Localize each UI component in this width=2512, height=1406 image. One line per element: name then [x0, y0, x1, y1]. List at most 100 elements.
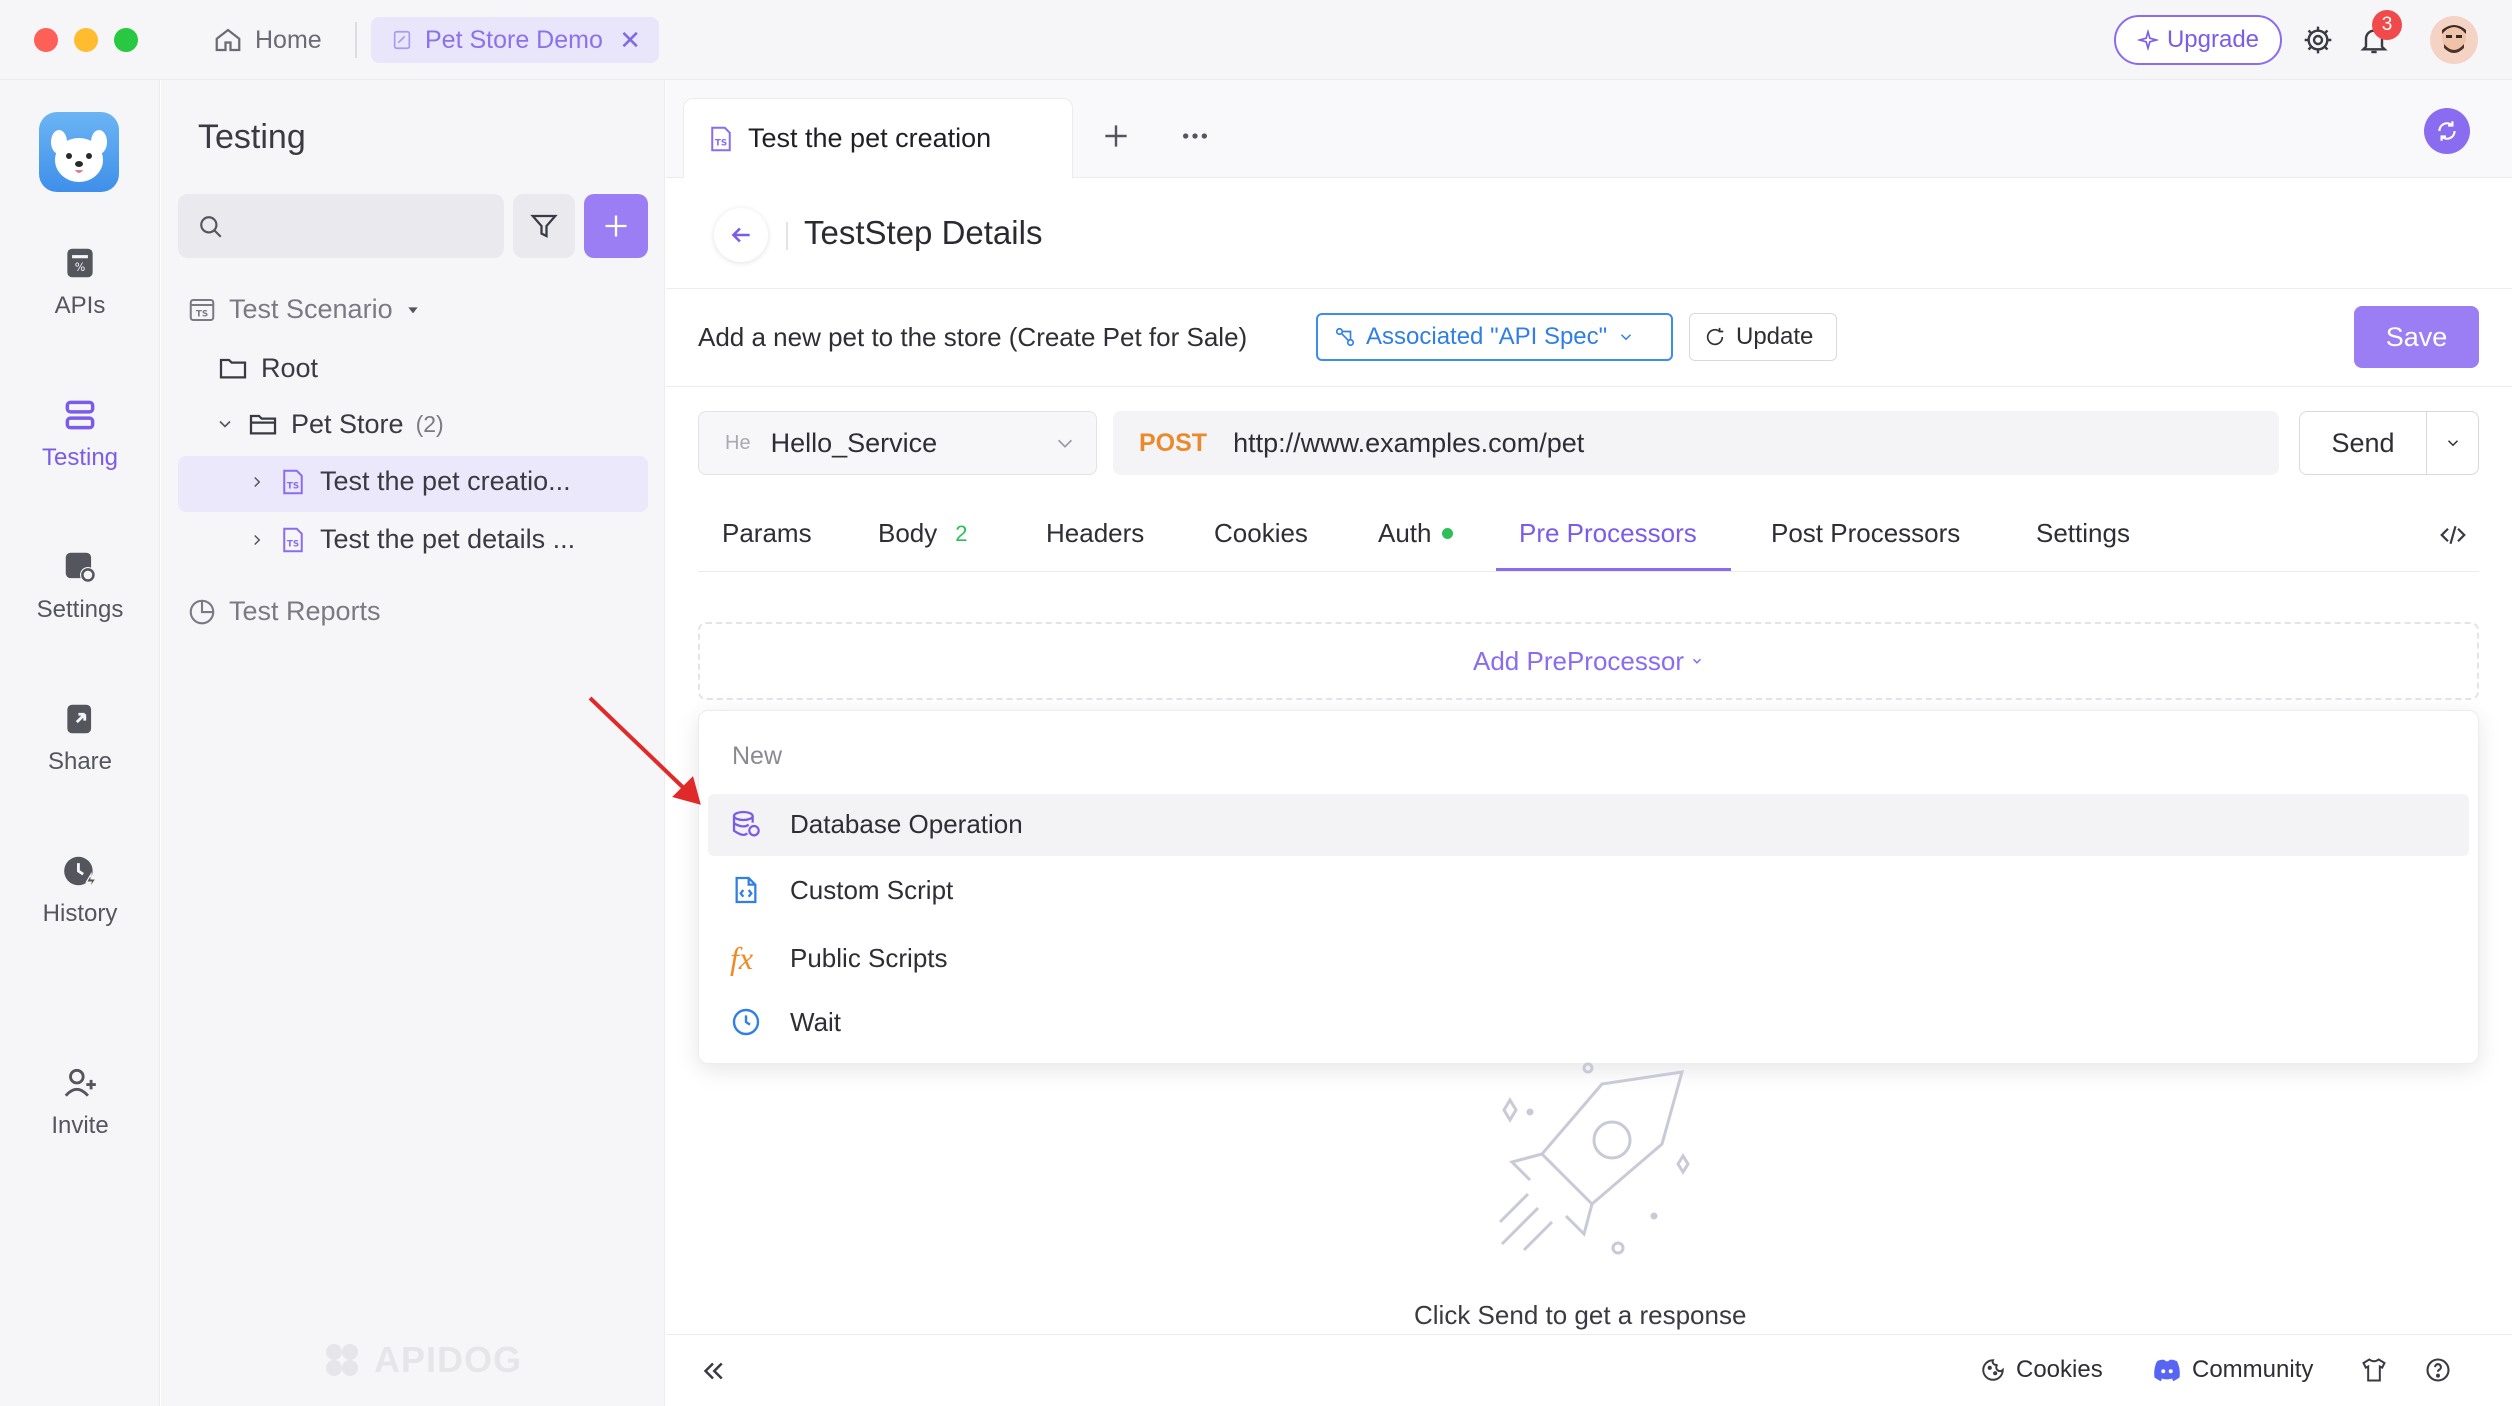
divider — [666, 288, 2512, 289]
send-options-chevron-icon[interactable] — [2427, 434, 2478, 452]
menu-item-public-scripts[interactable]: fx Public Scripts — [730, 940, 948, 977]
tab-label: Cookies — [1214, 518, 1308, 548]
help-icon[interactable] — [2424, 1356, 2452, 1384]
tree-item-pet-creation[interactable]: TS Test the pet creatio... — [248, 466, 571, 497]
nav-item-history[interactable]: History — [0, 852, 160, 928]
associated-api-spec-button[interactable]: Associated "API Spec" — [1316, 313, 1673, 361]
project-tab[interactable]: Pet Store Demo ✕ — [371, 17, 659, 63]
project-logo[interactable] — [39, 112, 119, 192]
tree-root[interactable]: Root — [217, 352, 318, 384]
editor-tab-test-pet-creation[interactable]: TS Test the pet creation — [683, 98, 1073, 178]
empty-state-message: Click Send to get a response — [1414, 1300, 1747, 1330]
filter-button[interactable] — [513, 194, 575, 258]
sync-icon — [2434, 118, 2460, 144]
nav-item-label: Invite — [51, 1112, 109, 1139]
service-value: Hello_Service — [770, 427, 938, 458]
refresh-icon — [1704, 326, 1726, 348]
cookies-button[interactable]: Cookies — [1980, 1356, 2103, 1384]
update-button[interactable]: Update — [1689, 313, 1837, 361]
menu-item-label: Custom Script — [790, 874, 954, 905]
back-button[interactable] — [714, 208, 768, 262]
collapse-sidebar-icon[interactable] — [698, 1356, 728, 1386]
tabs-divider — [698, 571, 2479, 572]
save-button[interactable]: Save — [2354, 306, 2479, 368]
tab-settings[interactable]: Settings — [2036, 518, 2130, 549]
apidog-watermark: APIDOG — [318, 1336, 522, 1384]
preprocessor-dropdown-menu — [698, 710, 2479, 1064]
maximize-window-button[interactable] — [114, 28, 138, 52]
sync-button[interactable] — [2424, 108, 2470, 154]
svg-text:TS: TS — [287, 539, 299, 549]
cookie-icon — [1980, 1357, 2006, 1383]
tab-label: Params — [722, 518, 812, 548]
tab-auth[interactable]: Auth — [1378, 518, 1453, 549]
clock-icon — [730, 1006, 762, 1038]
chevron-right-icon[interactable] — [248, 531, 266, 549]
chevron-right-icon[interactable] — [248, 473, 266, 491]
request-url-input[interactable]: POST http://www.examples.com/pet — [1113, 411, 2279, 475]
new-tab-plus-icon[interactable] — [1100, 120, 1132, 152]
avatar[interactable] — [2430, 16, 2478, 64]
chevron-down-icon[interactable] — [215, 414, 235, 434]
chevron-down-icon — [1690, 654, 1704, 668]
nav-item-settings[interactable]: Settings — [0, 548, 160, 624]
tab-headers[interactable]: Headers — [1046, 518, 1144, 549]
request-url: http://www.examples.com/pet — [1233, 427, 1585, 458]
divider — [666, 386, 2512, 387]
test-step-icon: TS — [278, 467, 308, 497]
tab-label: Settings — [2036, 518, 2130, 548]
nav-item-share[interactable]: Share — [0, 700, 160, 776]
tab-params[interactable]: Params — [722, 518, 812, 549]
tab-body[interactable]: Body 2 — [878, 518, 968, 549]
community-button[interactable]: Community — [2152, 1356, 2313, 1384]
nav-item-label: Share — [47, 748, 113, 775]
upgrade-label: Upgrade — [2166, 26, 2260, 53]
home-tab[interactable]: Home — [213, 18, 322, 62]
tree-test-scenario[interactable]: TS Test Scenario — [187, 294, 421, 325]
chevron-down-icon — [1617, 328, 1635, 346]
tree-folder-label: Pet Store — [291, 408, 404, 439]
chevron-down-icon — [1054, 432, 1076, 454]
caret-down-icon[interactable] — [405, 302, 421, 318]
tab-count-badge: 2 — [955, 520, 968, 546]
sparkle-icon — [2136, 29, 2159, 51]
nav-item-invite[interactable]: Invite — [0, 1064, 160, 1140]
minimize-window-button[interactable] — [74, 28, 98, 52]
tab-pre-processors[interactable]: Pre Processors — [1519, 518, 1697, 549]
active-tab-indicator — [1496, 568, 1731, 571]
tree-test-reports[interactable]: Test Reports — [187, 596, 381, 627]
send-button[interactable]: Send — [2300, 428, 2426, 459]
add-preprocessor-button[interactable]: Add PreProcessor — [698, 622, 2479, 700]
tree-folder-pet-store[interactable]: Pet Store (2) — [215, 408, 444, 440]
gear-icon[interactable] — [2302, 24, 2334, 56]
tab-cookies[interactable]: Cookies — [1214, 518, 1308, 549]
tab-label: Post Processors — [1771, 518, 1961, 548]
add-preprocessor-label: Add PreProcessor — [1473, 645, 1684, 676]
search-input[interactable] — [178, 194, 504, 258]
code-view-icon[interactable] — [2438, 520, 2468, 550]
more-tabs-icon[interactable] — [1178, 120, 1212, 152]
shirt-icon[interactable] — [2360, 1356, 2388, 1384]
upgrade-button[interactable]: Upgrade — [2114, 15, 2282, 65]
update-label: Update — [1736, 323, 1814, 350]
rocket-illustration — [1482, 1058, 1702, 1268]
discord-icon — [2152, 1357, 2182, 1383]
tab-post-processors[interactable]: Post Processors — [1771, 518, 1960, 549]
close-window-button[interactable] — [34, 28, 58, 52]
add-button[interactable] — [584, 194, 648, 258]
page-title: TestStep Details — [804, 214, 1043, 251]
menu-item-wait[interactable]: Wait — [730, 1006, 841, 1038]
service-select[interactable]: He Hello_Service — [698, 411, 1097, 475]
svg-text:%: % — [75, 261, 86, 274]
red-annotation-arrow — [580, 690, 710, 810]
home-tab-label: Home — [255, 25, 322, 54]
menu-item-database-operation[interactable]: Database Operation — [730, 808, 1023, 840]
nav-item-apis[interactable]: % APIs — [0, 244, 160, 320]
notification-badge: 3 — [2372, 10, 2402, 40]
menu-item-custom-script[interactable]: Custom Script — [730, 874, 953, 906]
close-tab-icon[interactable]: ✕ — [619, 25, 641, 56]
nav-item-testing[interactable]: Testing — [0, 396, 160, 472]
tree-item-label: Test the pet details ... — [320, 524, 576, 554]
test-step-icon: TS — [278, 525, 308, 555]
tree-item-pet-details[interactable]: TS Test the pet details ... — [248, 524, 575, 555]
